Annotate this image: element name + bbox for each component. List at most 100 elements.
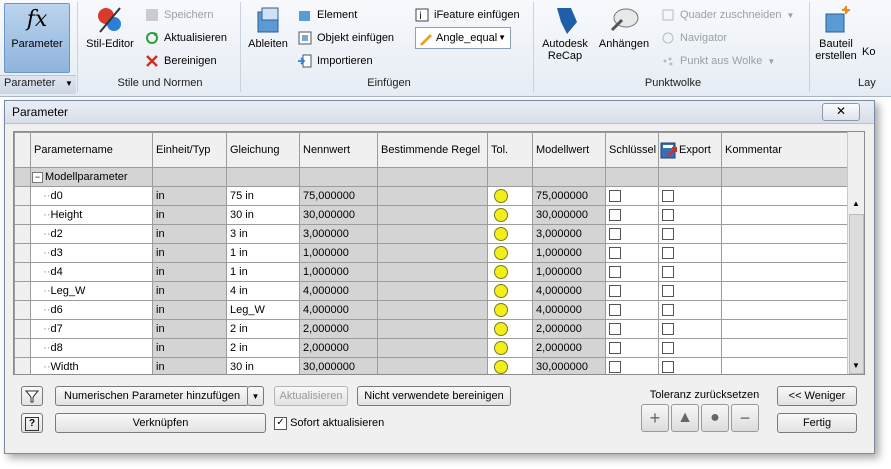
export-cell[interactable] — [658, 338, 722, 358]
purge-unused-button[interactable]: Nicht verwendete bereinigen — [357, 386, 511, 406]
autodesk-recap-button[interactable]: Autodesk ReCap — [537, 4, 593, 62]
group-cell[interactable]: − Modellparameter — [30, 167, 153, 187]
column-header[interactable]: Tol. — [487, 132, 533, 168]
comment-cell[interactable] — [721, 186, 848, 206]
key-checkbox[interactable] — [609, 285, 621, 298]
tolerance-cell[interactable] — [487, 243, 533, 263]
tolerance-cell[interactable] — [487, 262, 533, 282]
export-cell[interactable] — [658, 186, 722, 206]
angle-equal-dropdown[interactable]: Angle_equal ▼ — [415, 27, 511, 49]
tolerance-cell[interactable] — [487, 319, 533, 339]
dialog-title-bar[interactable]: Parameter ✕ — [5, 101, 874, 124]
table-row[interactable]: ··d4 in 1 in 1,000000 1,000000 — [14, 262, 848, 282]
row-header[interactable] — [14, 224, 31, 244]
column-header[interactable]: Modellwert — [532, 132, 606, 168]
export-cell[interactable] — [658, 281, 722, 301]
parameter-grid[interactable]: Parametername Einheit/Typ Gleichung Nenn… — [13, 131, 865, 375]
export-checkbox[interactable] — [662, 304, 674, 317]
ko-button[interactable]: Ko — [862, 42, 875, 62]
key-checkbox[interactable] — [609, 266, 621, 279]
unit-cell[interactable]: in — [152, 205, 227, 225]
median-tolerance-button[interactable]: ● — [701, 404, 729, 432]
update-button[interactable]: Aktualisieren — [274, 386, 348, 406]
lower-tolerance-button[interactable]: − — [731, 404, 759, 432]
equation-cell[interactable]: 3 in — [226, 224, 300, 244]
export-cell[interactable] — [658, 205, 722, 225]
parameter-name-cell[interactable]: ··d4 — [30, 262, 153, 282]
scroll-thumb[interactable] — [849, 214, 864, 374]
tolerance-cell[interactable] — [487, 224, 533, 244]
unit-cell[interactable]: in — [152, 300, 227, 320]
comment-cell[interactable] — [721, 262, 848, 282]
row-header[interactable] — [14, 338, 31, 358]
checkbox-checked[interactable]: ✓ — [274, 416, 287, 430]
column-header[interactable]: Kommentar — [721, 132, 848, 168]
export-checkbox[interactable] — [662, 266, 674, 279]
export-cell[interactable] — [658, 319, 722, 339]
row-header[interactable] — [14, 205, 31, 225]
key-cell[interactable] — [605, 300, 659, 320]
key-cell[interactable] — [605, 224, 659, 244]
parameter-name-cell[interactable]: ··d2 — [30, 224, 153, 244]
column-header[interactable]: Parametername — [30, 132, 153, 168]
table-row[interactable]: ··d8 in 2 in 2,000000 2,000000 — [14, 338, 848, 358]
key-checkbox[interactable] — [609, 361, 621, 374]
unit-cell[interactable]: in — [152, 319, 227, 339]
navigator-button[interactable]: Navigator — [660, 28, 727, 48]
row-header[interactable] — [14, 243, 31, 263]
vertical-scrollbar[interactable]: ▲ ▼ — [847, 132, 864, 374]
equation-cell[interactable]: 1 in — [226, 262, 300, 282]
close-button[interactable]: ✕ — [822, 103, 860, 121]
parameter-name-cell[interactable]: ··d3 — [30, 243, 153, 263]
column-header[interactable]: Gleichung — [226, 132, 300, 168]
tolerance-cell[interactable] — [487, 300, 533, 320]
key-checkbox[interactable] — [609, 247, 621, 260]
row-header[interactable] — [14, 357, 31, 374]
column-header[interactable]: Bestimmende Regel — [377, 132, 488, 168]
comment-cell[interactable] — [721, 338, 848, 358]
tolerance-cell[interactable] — [487, 186, 533, 206]
key-checkbox[interactable] — [609, 190, 621, 203]
equation-cell[interactable]: 30 in — [226, 357, 300, 374]
equation-cell[interactable]: 75 in — [226, 186, 300, 206]
table-row[interactable]: ··Width in 30 in 30,000000 30,000000 — [14, 357, 848, 374]
group-row[interactable]: − Modellparameter — [14, 167, 848, 187]
nominal-tolerance-button[interactable]: ▲ — [671, 404, 699, 432]
key-checkbox[interactable] — [609, 228, 621, 241]
comment-cell[interactable] — [721, 224, 848, 244]
row-header[interactable] — [14, 319, 31, 339]
column-header-export[interactable]: Export — [658, 132, 722, 168]
objekt-einfuegen-button[interactable]: Objekt einfügen — [297, 28, 394, 48]
key-cell[interactable] — [605, 205, 659, 225]
key-cell[interactable] — [605, 262, 659, 282]
anhaengen-button[interactable]: Anhängen — [596, 4, 652, 50]
column-header[interactable]: Schlüssel — [605, 132, 659, 168]
immediate-update-checkbox[interactable]: ✓ Sofort aktualisieren — [274, 416, 384, 430]
element-button[interactable]: Element — [297, 5, 357, 25]
key-cell[interactable] — [605, 357, 659, 374]
tolerance-cell[interactable] — [487, 281, 533, 301]
ifeature-einfuegen-button[interactable]: i iFeature einfügen — [414, 5, 520, 25]
unit-cell[interactable]: in — [152, 186, 227, 206]
export-checkbox[interactable] — [662, 228, 674, 241]
ableiten-button[interactable]: Ableiten — [244, 4, 292, 50]
bereinigen-button[interactable]: Bereinigen — [144, 51, 217, 71]
export-checkbox[interactable] — [662, 247, 674, 260]
help-button[interactable]: ? — [21, 413, 43, 433]
table-row[interactable]: ··Height in 30 in 30,000000 30,000000 — [14, 205, 848, 225]
comment-cell[interactable] — [721, 319, 848, 339]
comment-cell[interactable] — [721, 357, 848, 374]
table-row[interactable]: ··d6 in Leg_W 4,000000 4,000000 — [14, 300, 848, 320]
tolerance-cell[interactable] — [487, 338, 533, 358]
quader-zuschneiden-button[interactable]: Quader zuschneiden ▼ — [660, 5, 794, 25]
upper-tolerance-button[interactable]: + — [641, 404, 669, 432]
less-button[interactable]: << Weniger — [777, 386, 857, 406]
tolerance-cell[interactable] — [487, 205, 533, 225]
parameter-name-cell[interactable]: ··d8 — [30, 338, 153, 358]
parameter-name-cell[interactable]: ··d6 — [30, 300, 153, 320]
table-row[interactable]: ··d7 in 2 in 2,000000 2,000000 — [14, 319, 848, 339]
filter-button[interactable] — [21, 386, 43, 406]
export-cell[interactable] — [658, 262, 722, 282]
equation-cell[interactable]: 2 in — [226, 338, 300, 358]
unit-cell[interactable]: in — [152, 224, 227, 244]
